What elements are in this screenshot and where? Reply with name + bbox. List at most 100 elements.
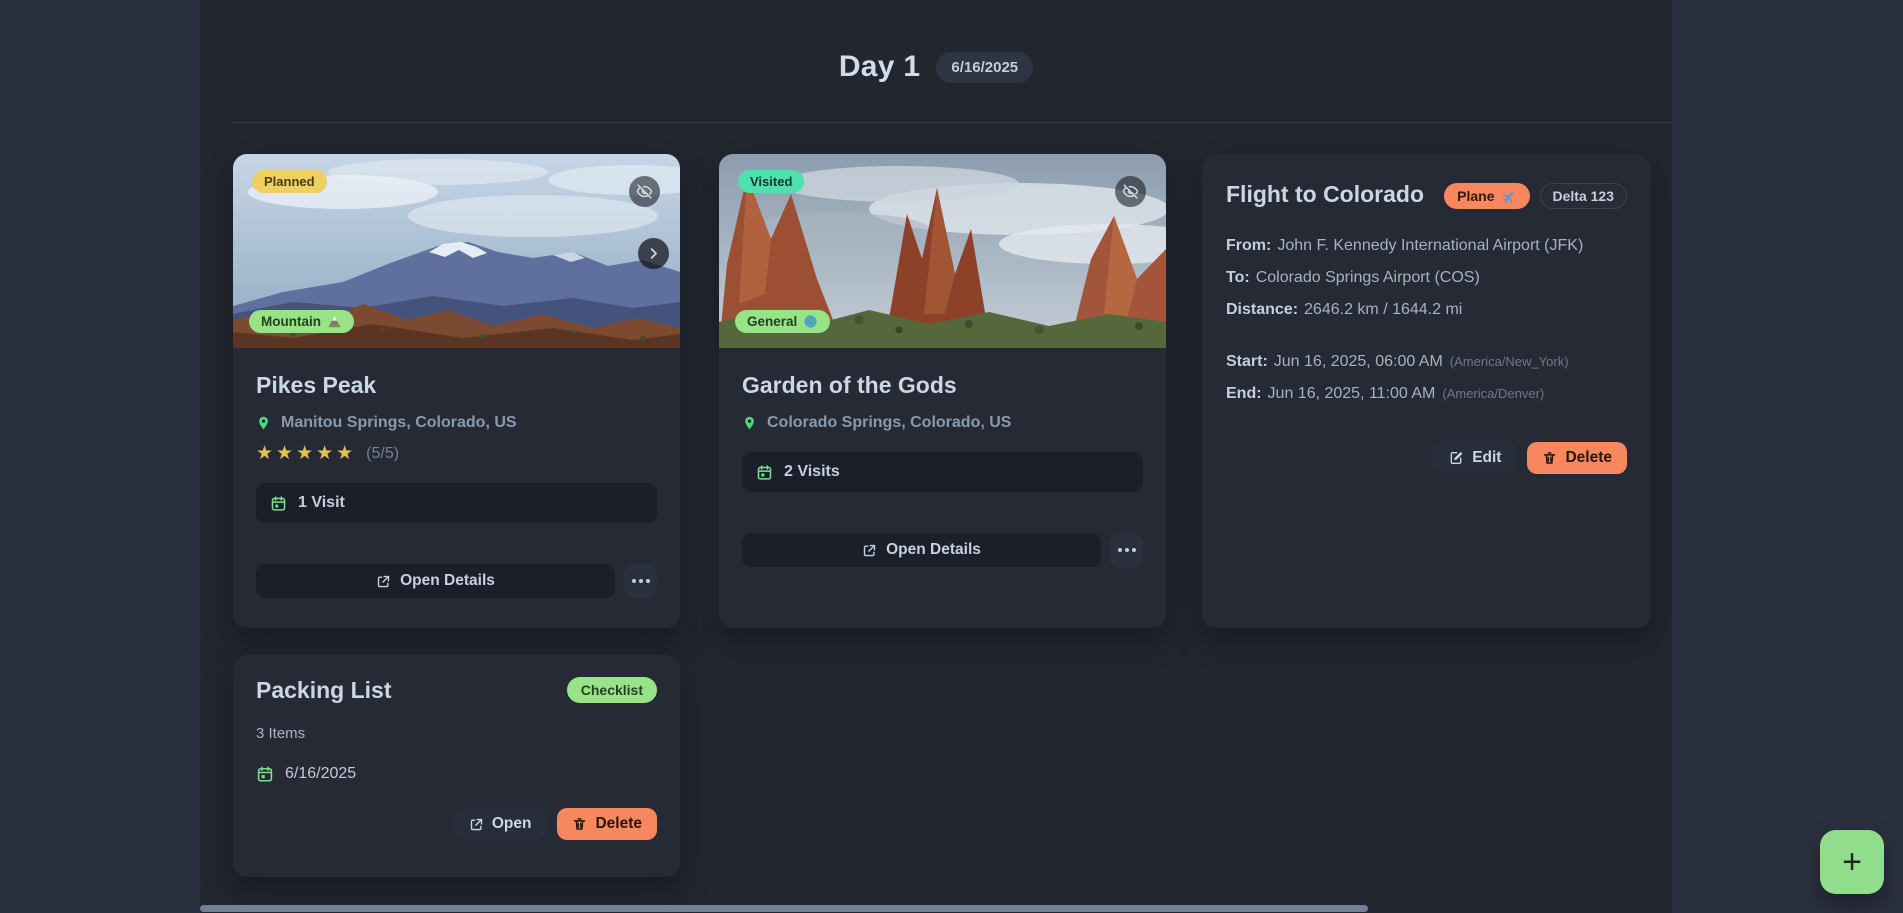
delete-label: Delete	[1565, 449, 1612, 467]
end-label: End:	[1226, 385, 1262, 402]
external-link-icon	[376, 574, 391, 589]
page-title: Day 1	[839, 50, 921, 84]
trash-icon	[572, 816, 587, 832]
mountain-icon	[327, 314, 342, 329]
open-details-button[interactable]: Open Details	[256, 564, 615, 598]
category-badge-label: General	[747, 314, 797, 329]
calendar-icon	[270, 495, 287, 512]
category-badge: General	[735, 310, 830, 333]
rating-value: (5/5)	[366, 445, 399, 463]
distance-label: Distance:	[1226, 301, 1298, 318]
pikes-peak-card-body: Pikes Peak Manitou Springs, Colorado, US…	[233, 348, 680, 598]
next-image-button[interactable]	[638, 238, 669, 269]
category-badge-label: Mountain	[261, 314, 321, 329]
checklist-type-badge: Checklist	[567, 677, 657, 703]
visits-count: 1 Visit	[298, 494, 345, 512]
delete-button[interactable]: Delete	[1527, 442, 1627, 474]
hide-visibility-button[interactable]	[629, 176, 660, 207]
start-timezone: (America/New_York)	[1450, 354, 1569, 369]
place-title: Garden of the Gods	[742, 372, 1143, 399]
header-divider	[231, 122, 1673, 123]
location-row: Manitou Springs, Colorado, US	[256, 414, 657, 432]
start-label: Start:	[1226, 353, 1268, 370]
more-options-button[interactable]	[624, 564, 657, 598]
transport-mode-label: Plane	[1457, 188, 1494, 204]
airplane-icon	[1498, 185, 1519, 206]
visits-row[interactable]: 1 Visit	[256, 483, 657, 523]
flight-distance-row: Distance: 2646.2 km / 1644.2 mi	[1226, 300, 1627, 320]
open-details-label: Open Details	[400, 572, 495, 590]
edit-label: Edit	[1472, 449, 1501, 467]
checklist-date: 6/16/2025	[285, 765, 356, 783]
location-pin-icon	[742, 414, 757, 432]
category-badge: Mountain	[249, 310, 354, 333]
star-rating: ★★★★★	[256, 442, 356, 465]
app-viewport: Day 1 6/16/2025	[0, 0, 1903, 913]
garden-of-the-gods-photo: Visited General	[719, 154, 1166, 348]
hide-visibility-button[interactable]	[1115, 176, 1146, 207]
edit-button[interactable]: Edit	[1432, 442, 1517, 474]
external-link-icon	[469, 817, 484, 832]
checklist-card-packing-list: Packing List Checklist 3 Items 6/16/2025	[233, 655, 680, 877]
chevron-right-icon	[646, 246, 661, 261]
checklist-title: Packing List	[256, 677, 391, 704]
more-options-button[interactable]	[1110, 533, 1143, 567]
items-count: 3 Items	[256, 725, 657, 742]
garden-card-body: Garden of the Gods Colorado Springs, Col…	[719, 348, 1166, 567]
pikes-peak-photo: Planned Mountain	[233, 154, 680, 348]
delete-label: Delete	[595, 815, 642, 833]
from-label: From:	[1226, 237, 1271, 254]
flight-header: Flight to Colorado Plane Delta 123	[1226, 181, 1627, 209]
location-text: Colorado Springs, Colorado, US	[767, 414, 1011, 432]
day-date-badge: 6/16/2025	[936, 52, 1033, 83]
day-header: Day 1 6/16/2025	[200, 50, 1672, 84]
end-timezone: (America/Denver)	[1442, 386, 1544, 401]
from-value: John F. Kennedy International Airport (J…	[1277, 237, 1583, 254]
calendar-icon	[756, 464, 773, 481]
flight-end-row: End: Jun 16, 2025, 11:00 AM (America/Denve…	[1226, 384, 1627, 404]
flight-number-badge: Delta 123	[1540, 183, 1627, 209]
ellipsis-icon	[1118, 548, 1136, 552]
location-row: Colorado Springs, Colorado, US	[742, 414, 1143, 432]
place-title: Pikes Peak	[256, 372, 657, 399]
rating-row: ★★★★★ (5/5)	[256, 442, 657, 465]
start-value: Jun 16, 2025, 06:00 AM	[1274, 353, 1443, 370]
ellipsis-icon	[632, 579, 650, 583]
edit-icon	[1448, 450, 1464, 466]
plus-icon: +	[1842, 843, 1862, 882]
card-actions: Open Details	[742, 533, 1143, 567]
calendar-icon	[256, 765, 274, 783]
open-button[interactable]: Open	[453, 808, 548, 840]
flight-badges: Plane Delta 123	[1444, 183, 1627, 209]
location-text: Manitou Springs, Colorado, US	[281, 414, 517, 432]
end-value: Jun 16, 2025, 11:00 AM	[1268, 385, 1436, 402]
horizontal-scrollbar-thumb[interactable]	[200, 905, 1368, 912]
place-card-garden-of-the-gods: Visited General	[719, 154, 1166, 628]
transport-card-flight: Flight to Colorado Plane Delta 123 From:…	[1202, 154, 1651, 628]
external-link-icon	[862, 543, 877, 558]
flight-title: Flight to Colorado	[1226, 181, 1424, 208]
distance-value: 2646.2 km / 1644.2 mi	[1304, 301, 1462, 318]
to-label: To:	[1226, 269, 1250, 286]
status-badge: Visited	[738, 170, 804, 193]
open-details-label: Open Details	[886, 541, 981, 559]
add-item-button[interactable]: +	[1820, 830, 1884, 894]
visits-row[interactable]: 2 Visits	[742, 452, 1143, 492]
transport-mode-badge: Plane	[1444, 183, 1529, 209]
visits-count: 2 Visits	[784, 463, 840, 481]
flight-from-row: From: John F. Kennedy International Airpo…	[1226, 236, 1627, 256]
location-pin-icon	[256, 414, 271, 432]
place-card-pikes-peak: Planned Mountain	[233, 154, 680, 628]
open-details-button[interactable]: Open Details	[742, 533, 1101, 567]
to-value: Colorado Springs Airport (COS)	[1256, 269, 1480, 286]
packing-header: Packing List Checklist	[256, 677, 657, 704]
packing-actions: Open Delete	[256, 808, 657, 840]
flight-actions: Edit Delete	[1226, 442, 1627, 474]
open-label: Open	[492, 815, 532, 833]
card-actions: Open Details	[256, 564, 657, 598]
eye-off-icon	[636, 183, 653, 200]
flight-start-row: Start: Jun 16, 2025, 06:00 AM (America/New…	[1226, 352, 1627, 372]
status-badge: Planned	[252, 170, 327, 193]
globe-icon	[803, 314, 818, 329]
delete-button[interactable]: Delete	[557, 808, 657, 840]
